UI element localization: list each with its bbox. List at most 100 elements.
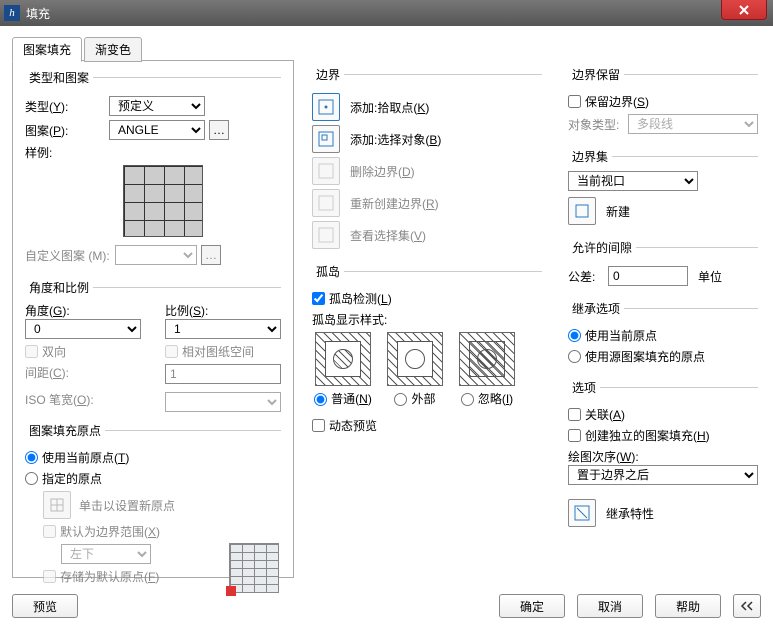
retain-legend: 边界保留 bbox=[568, 66, 624, 83]
island-detect-checkbox[interactable] bbox=[312, 292, 325, 305]
iso-select bbox=[165, 392, 281, 412]
origin-specify-label: 指定的原点 bbox=[42, 470, 102, 487]
sep-label: 创建独立的图案填充(H) bbox=[585, 427, 710, 444]
objtype-label: 对象类型: bbox=[568, 116, 628, 133]
keep-boundary-label: 保留边界(S) bbox=[585, 93, 649, 110]
corner-select: 左下 bbox=[61, 544, 151, 564]
sample-label: 样例: bbox=[25, 144, 109, 161]
iso-label: ISO 笔宽(O): bbox=[25, 391, 109, 408]
view-selection-icon bbox=[317, 226, 335, 244]
pick-points-label: 添加:拾取点(K) bbox=[350, 99, 429, 116]
island-outer-option[interactable]: 外部 bbox=[394, 392, 435, 406]
paper-checkbox bbox=[165, 345, 178, 358]
island-outer-preview bbox=[387, 332, 443, 386]
inherit-props-label: 继承特性 bbox=[606, 505, 654, 522]
bidir-checkbox bbox=[25, 345, 38, 358]
tol-unit: 单位 bbox=[698, 268, 722, 285]
objtype-select: 多段线 bbox=[628, 114, 758, 134]
set-origin-label: 单击以设置新原点 bbox=[79, 497, 175, 514]
ok-button[interactable]: 确定 bbox=[499, 594, 565, 618]
window-title: 填充 bbox=[26, 5, 50, 22]
island-ignore-radio[interactable] bbox=[461, 393, 474, 406]
dynamic-preview-checkbox[interactable] bbox=[312, 419, 325, 432]
chevron-left-double-icon bbox=[740, 601, 754, 611]
type-group-legend: 类型和图案 bbox=[25, 69, 93, 86]
tab-pattern-fill[interactable]: 图案填充 bbox=[12, 37, 82, 62]
sep-checkbox[interactable] bbox=[568, 429, 581, 442]
spacing-input bbox=[165, 364, 281, 384]
custom-pattern-browse: … bbox=[201, 245, 221, 265]
pattern-browse-button[interactable]: … bbox=[209, 120, 229, 140]
recreate-boundary-button bbox=[312, 189, 340, 217]
store-default-label: 存储为默认原点(F) bbox=[60, 568, 159, 585]
draworder-label: 绘图次序(W): bbox=[568, 448, 758, 465]
help-button[interactable]: 帮助 bbox=[655, 594, 721, 618]
origin-legend: 图案填充原点 bbox=[25, 422, 105, 439]
select-objects-button[interactable] bbox=[312, 125, 340, 153]
paper-label: 相对图纸空间 bbox=[182, 343, 254, 360]
origin-current-radio[interactable] bbox=[25, 451, 38, 464]
island-ignore-preview bbox=[459, 332, 515, 386]
bset-select[interactable]: 当前视口 bbox=[568, 171, 698, 191]
default-extent-label: 默认为边界范围(X) bbox=[60, 523, 160, 540]
collapse-button[interactable] bbox=[733, 594, 761, 618]
inherit-current-radio[interactable] bbox=[568, 329, 581, 342]
bset-new-label: 新建 bbox=[606, 203, 630, 220]
tab-pattern-label: 图案填充 bbox=[23, 43, 71, 57]
boundary-legend: 边界 bbox=[312, 66, 344, 83]
view-selection-label: 查看选择集(V) bbox=[350, 227, 426, 244]
island-ignore-option[interactable]: 忽略(I) bbox=[461, 392, 513, 406]
gap-legend: 允许的间隙 bbox=[568, 239, 636, 256]
inherit-props-icon bbox=[573, 504, 591, 522]
draworder-select[interactable]: 置于边界之后 bbox=[568, 465, 758, 485]
island-legend: 孤岛 bbox=[312, 263, 344, 280]
close-icon bbox=[738, 4, 750, 16]
close-button[interactable] bbox=[721, 0, 767, 20]
dynamic-preview-label: 动态预览 bbox=[329, 417, 377, 434]
island-normal-preview bbox=[315, 332, 371, 386]
scale-label: 比例(S): bbox=[165, 302, 281, 319]
crosshair-icon bbox=[50, 498, 64, 512]
tol-label: 公差: bbox=[568, 268, 608, 285]
select-objects-icon bbox=[317, 130, 335, 148]
app-icon: h bbox=[4, 5, 20, 21]
island-normal-option[interactable]: 普通(N) bbox=[314, 392, 372, 406]
bidir-label: 双向 bbox=[42, 343, 66, 360]
remove-boundary-icon bbox=[317, 162, 335, 180]
angle-select[interactable]: 0 bbox=[25, 319, 141, 339]
inherit-source-radio[interactable] bbox=[568, 350, 581, 363]
tol-input[interactable] bbox=[608, 266, 688, 286]
inherit-props-button[interactable] bbox=[568, 499, 596, 527]
inherit-source-label: 使用源图案填充的原点 bbox=[585, 348, 705, 365]
store-default-checkbox bbox=[43, 570, 56, 583]
set-origin-button bbox=[43, 491, 71, 519]
keep-boundary-checkbox[interactable] bbox=[568, 95, 581, 108]
spacing-label: 间距(C): bbox=[25, 364, 109, 381]
bset-new-button[interactable] bbox=[568, 197, 596, 225]
pattern-label: 图案(P): bbox=[25, 122, 109, 139]
default-extent-checkbox bbox=[43, 525, 56, 538]
remove-boundary-button bbox=[312, 157, 340, 185]
tab-gradient[interactable]: 渐变色 bbox=[84, 37, 142, 62]
inherit-legend: 继承选项 bbox=[568, 300, 624, 317]
options-legend: 选项 bbox=[568, 379, 600, 396]
pick-points-icon bbox=[317, 98, 335, 116]
angle-group-legend: 角度和比例 bbox=[25, 279, 93, 296]
tab-panel: 类型和图案 类型(Y): 预定义 图案(P): ANGLE … 样例: 自定义图… bbox=[12, 60, 294, 578]
pattern-select[interactable]: ANGLE bbox=[109, 120, 205, 140]
origin-specify-radio[interactable] bbox=[25, 472, 38, 485]
preview-button[interactable]: 预览 bbox=[12, 594, 78, 618]
scale-select[interactable]: 1 bbox=[165, 319, 281, 339]
pattern-sample bbox=[123, 165, 203, 237]
cancel-button[interactable]: 取消 bbox=[577, 594, 643, 618]
island-outer-radio[interactable] bbox=[394, 393, 407, 406]
origin-current-label: 使用当前原点(T) bbox=[42, 449, 129, 466]
island-detect-label: 孤岛检测(L) bbox=[329, 290, 392, 307]
pick-points-button[interactable] bbox=[312, 93, 340, 121]
origin-preview bbox=[229, 543, 279, 593]
select-objects-label: 添加:选择对象(B) bbox=[350, 131, 441, 148]
island-normal-radio[interactable] bbox=[314, 393, 327, 406]
assoc-checkbox[interactable] bbox=[568, 408, 581, 421]
type-select[interactable]: 预定义 bbox=[109, 96, 205, 116]
recreate-boundary-icon bbox=[317, 194, 335, 212]
